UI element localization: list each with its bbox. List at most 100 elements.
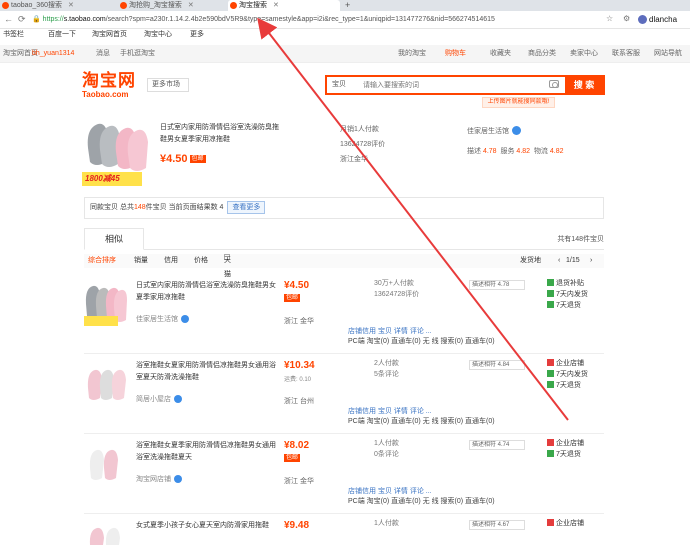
browser-tab-active[interactable]: 淘宝搜索 ✕	[228, 0, 340, 11]
badge: 7天退货	[547, 300, 588, 311]
item-rating: 描述相符 4.74	[469, 440, 525, 450]
bookmark-item[interactable]: 淘宝中心	[144, 29, 172, 41]
sort-credit[interactable]: 信用	[164, 254, 178, 268]
item-rating: 描述相符 4.84	[469, 360, 525, 370]
pager-prev-icon[interactable]: ‹	[558, 254, 560, 268]
close-icon[interactable]: ✕	[188, 2, 194, 9]
badge-label: 7天内发货	[556, 291, 588, 298]
sort-default[interactable]: 综合排序	[88, 254, 116, 268]
view-more-button[interactable]: 查看更多	[227, 201, 266, 214]
item-image[interactable]	[84, 522, 128, 545]
sitenav-link[interactable]: 网站导航	[654, 45, 682, 63]
badge-label: 7天退货	[556, 451, 581, 458]
item-price: ¥9.48	[284, 520, 310, 531]
item-shop[interactable]: 简居小屋店	[136, 394, 182, 404]
taobao-logo[interactable]: 淘宝网 Taobao.com	[82, 72, 142, 99]
close-icon[interactable]: ✕	[68, 2, 74, 9]
back-icon[interactable]: ←	[4, 14, 13, 24]
item-image[interactable]	[84, 442, 128, 486]
plugin-links[interactable]: 店铺信用 宝贝 详情 评论 ...	[348, 406, 432, 416]
camera-icon[interactable]	[549, 80, 559, 88]
plugin-links[interactable]: 店铺信用 宝贝 详情 评论 ...	[348, 486, 432, 496]
review-count: 13624728评价	[374, 291, 420, 298]
sort-price[interactable]: 价格	[194, 254, 208, 268]
shield-icon	[547, 519, 554, 526]
item-title[interactable]: 女式夏季小孩子女心夏天室内防滑家用拖鞋	[136, 520, 276, 532]
item-title[interactable]: 日式室内家用防滑情侣浴室洗澡防臭拖鞋男女夏季家用凉拖鞋	[136, 280, 276, 304]
sitenav-user[interactable]: bh_yuan1314	[32, 45, 74, 63]
search-button[interactable]: 搜 索	[565, 77, 603, 93]
badge: 7天内发货	[547, 369, 588, 380]
badge: 7天退货	[547, 449, 584, 460]
tab-similar[interactable]: 相似	[84, 228, 144, 250]
sitenav-link[interactable]: 消息	[96, 45, 110, 63]
search-input[interactable]	[363, 79, 543, 91]
slippers-image	[89, 449, 118, 480]
item-sales: 2人付款 5条评论	[374, 358, 399, 380]
item-image[interactable]	[84, 362, 128, 406]
badge: 企业店铺	[547, 518, 584, 529]
shop-name[interactable]: 佳家居生活馆	[467, 128, 509, 135]
bookmark-item[interactable]: 淘宝网首页	[92, 29, 127, 41]
browser-tabbar: taobao_360搜索 ✕ 淘抢购_淘宝搜索 ✕ 淘宝搜索 ✕ +	[0, 0, 690, 11]
badge: 企业店铺	[547, 438, 584, 449]
result-item[interactable]: 浴室拖鞋女夏家用防滑情侣凉拖鞋男女通用浴室夏天防滑洗澡拖鞋 简居小屋店 ¥10.…	[84, 354, 604, 434]
sitenav-link[interactable]: 手机逛淘宝	[120, 45, 155, 63]
item-image[interactable]	[84, 282, 128, 326]
item-shop[interactable]: 佳家居生活馆	[136, 314, 189, 324]
plugin-links[interactable]: 店铺信用 宝贝 详情 评论 ...	[348, 326, 432, 336]
check-icon	[547, 279, 554, 286]
meta-reviews: 13624728评价	[340, 141, 386, 148]
item-location: 浙江 金华	[284, 478, 314, 485]
product-meta: 月销1人付款 13624728评价 浙江金华	[340, 122, 385, 167]
upload-tip: 上传图片就能搜同款哦!	[482, 97, 555, 108]
browser-tab[interactable]: 淘抢购_淘宝搜索 ✕	[118, 0, 228, 11]
bookmark-item[interactable]: 百度一下	[48, 29, 76, 41]
item-title[interactable]: 浴室拖鞋女夏季家用防滑情侣凉拖鞋男女通用浴室洗澡拖鞋夏天	[136, 440, 276, 464]
price-value: ¥4.50	[160, 153, 188, 165]
tab-favicon-icon	[230, 2, 237, 9]
plugin-stats: PC端 淘宝(0) 直通车(0) 无 线 搜索(0) 直通车(0)	[348, 418, 495, 425]
pager-next-icon[interactable]: ›	[590, 254, 592, 268]
sort-filters: 综合排序 销量 信用 价格 天猫 发货地 ‹ 1/15 ›	[84, 254, 604, 278]
result-count: 共有148件宝贝	[557, 236, 604, 243]
bookmark-star-icon[interactable]: ☆	[606, 14, 613, 23]
new-tab-button[interactable]: +	[345, 0, 350, 11]
sitenav-cart[interactable]: 购物车	[445, 45, 466, 63]
bookmark-item[interactable]: 书签栏	[3, 29, 24, 41]
sitenav-link[interactable]: 卖家中心	[570, 45, 598, 63]
account-button[interactable]: dlancha	[638, 13, 690, 27]
plugin-stats: PC端 淘宝(0) 直通车(0) 无 线 搜索(0) 直通车(0)	[348, 338, 495, 345]
sales-count: 1人付款	[374, 440, 399, 447]
extension-icon[interactable]: ⚙	[623, 14, 630, 23]
url-scheme: https://	[42, 16, 64, 23]
sitenav-link[interactable]: 收藏夹	[490, 45, 511, 63]
item-location: 浙江 金华	[284, 318, 314, 325]
sitenav-link[interactable]: 我的淘宝	[398, 45, 426, 63]
tab-label: taobao_360搜索	[11, 2, 62, 9]
sales-count: 2人付款	[374, 360, 399, 367]
refresh-icon[interactable]: ⟳	[18, 14, 26, 25]
result-item[interactable]: 日式室内家用防滑情侣浴室洗澡防臭拖鞋男女夏季家用凉拖鞋 佳家居生活馆 ¥4.50…	[84, 274, 604, 354]
close-icon[interactable]: ✕	[273, 2, 279, 9]
ship-from-select[interactable]: 发货地	[520, 254, 541, 268]
product-title[interactable]: 日式室内家用防滑情侣浴室洗澡防臭拖鞋男女夏季家用凉拖鞋	[160, 122, 280, 146]
sitenav-link[interactable]: 商品分类	[528, 45, 556, 63]
item-title[interactable]: 浴室拖鞋女夏家用防滑情侣凉拖鞋男女通用浴室夏天防滑洗澡拖鞋	[136, 360, 276, 384]
url-field[interactable]: 🔒 https://s.taobao.com/search?spm=a230r.…	[32, 14, 614, 26]
sort-sales[interactable]: 销量	[134, 254, 148, 268]
browser-tab[interactable]: taobao_360搜索 ✕	[0, 0, 118, 11]
item-location: 浙江 台州	[284, 398, 314, 405]
search-scope[interactable]: 宝贝	[332, 79, 346, 91]
bookmark-item[interactable]: 更多	[190, 29, 204, 41]
sales-count: 30万+人付款	[374, 280, 414, 287]
product-image[interactable]: 1800减45	[82, 114, 154, 186]
item-shop[interactable]: 淘宝网店铺	[136, 474, 182, 484]
result-item[interactable]: 女式夏季小孩子女心夏天室内防滑家用拖鞋 ¥9.48 1人付款 描述相符 4.67…	[84, 514, 604, 545]
badge-label: 企业店铺	[556, 520, 584, 527]
check-icon	[547, 301, 554, 308]
check-icon	[547, 381, 554, 388]
sitenav-link[interactable]: 联系客服	[612, 45, 640, 63]
result-item[interactable]: 浴室拖鞋女夏季家用防滑情侣凉拖鞋男女通用浴室洗澡拖鞋夏天 淘宝网店铺 ¥8.02…	[84, 434, 604, 514]
market-select[interactable]: 更多市场	[147, 78, 189, 92]
